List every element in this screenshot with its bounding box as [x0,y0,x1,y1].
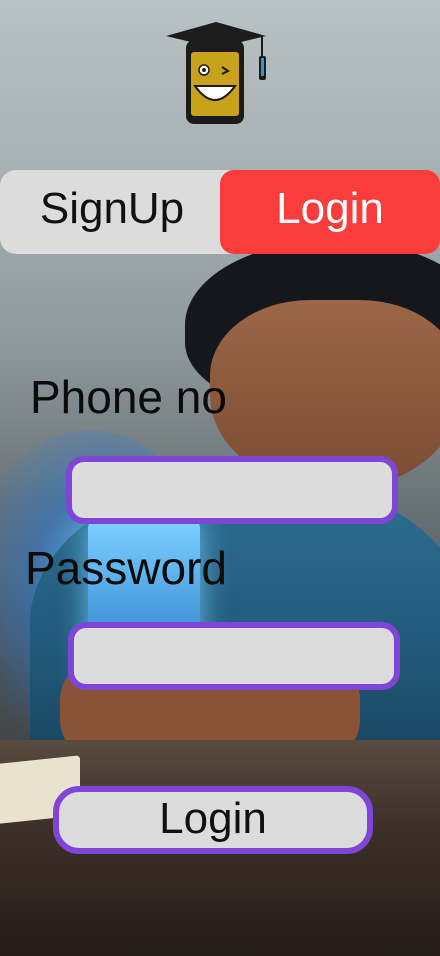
password-label: Password [25,542,227,594]
app-logo-icon [164,18,268,128]
password-input[interactable] [68,622,400,690]
auth-tab-bar: SignUp Login [0,170,440,254]
phone-label: Phone no [30,371,227,423]
login-button[interactable]: Login [53,786,373,854]
tab-login[interactable]: Login [220,170,440,254]
phone-input[interactable] [66,456,398,524]
tab-signup[interactable]: SignUp [0,170,220,254]
